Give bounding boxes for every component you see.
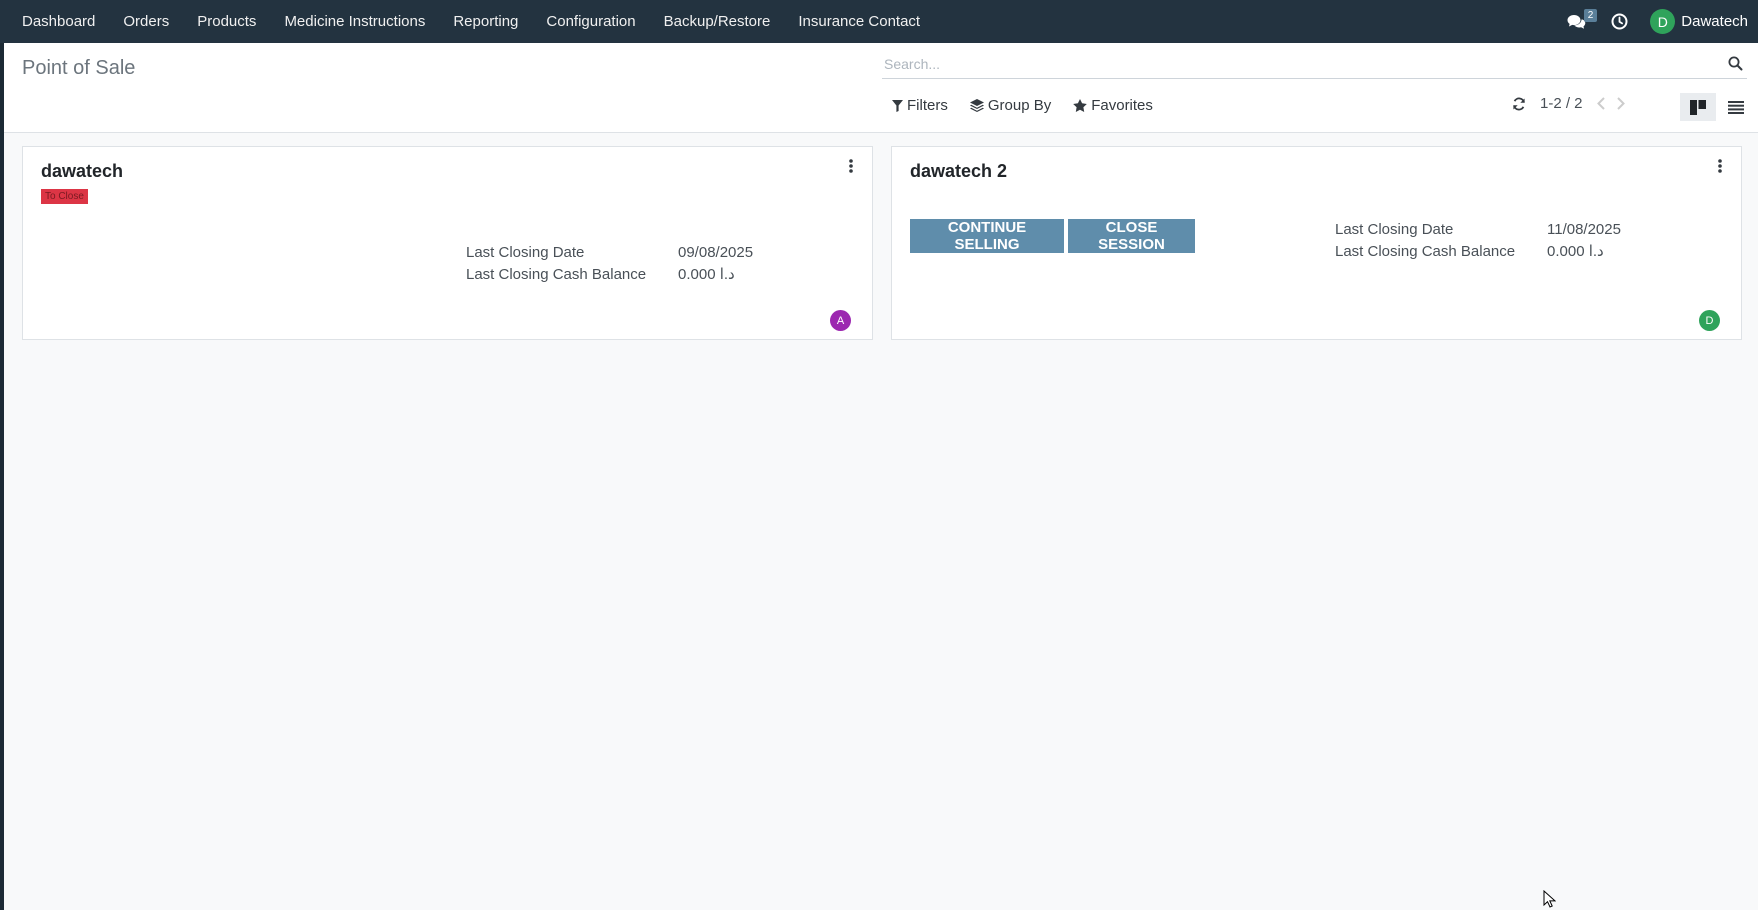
card-menu-icon[interactable] [844, 159, 858, 179]
last-closing-date-label: Last Closing Date [466, 243, 585, 261]
search-options: Filters Group By Favorites [892, 97, 1153, 114]
responsible-avatar: D [1699, 310, 1720, 331]
layers-icon [969, 99, 984, 112]
responsible-avatar: A [830, 310, 851, 331]
pos-name: dawatech [41, 161, 124, 181]
favorites-label: Favorites [1091, 97, 1153, 114]
menu-configuration[interactable]: Configuration [532, 0, 649, 43]
filter-icon [892, 99, 903, 112]
last-closing-date-label: Last Closing Date [1335, 220, 1454, 238]
pos-card-dawatech-2[interactable]: dawatech 2 CONTINUE SELLING CLOSE SESSIO… [891, 146, 1742, 340]
menu-reporting[interactable]: Reporting [439, 0, 532, 43]
pos-card-dawatech[interactable]: dawatech To Close Last Closing Date 09/08… [22, 146, 873, 340]
last-closing-date-value: 09/08/2025 [678, 243, 754, 261]
navbar-right: 2 D Dawatech [1555, 0, 1758, 43]
pager-value[interactable]: 1-2 / 2 [1540, 95, 1583, 112]
kanban-icon [1690, 99, 1706, 115]
menu-products[interactable]: Products [183, 0, 270, 43]
menu-orders[interactable]: Orders [109, 0, 183, 43]
menu-backup-restore[interactable]: Backup/Restore [650, 0, 785, 43]
card-stats: Last Closing Date 09/08/2025 Last Closing… [466, 241, 753, 285]
continue-selling-button[interactable]: CONTINUE SELLING [910, 219, 1064, 253]
messages-badge: 2 [1583, 9, 1598, 22]
menu-medicine-instructions[interactable]: Medicine Instructions [270, 0, 439, 43]
search-icon[interactable] [1723, 56, 1747, 71]
menu-insurance-contact[interactable]: Insurance Contact [784, 0, 934, 43]
list-icon [1728, 100, 1744, 114]
search-input[interactable] [882, 55, 1723, 72]
favorites-button[interactable]: Favorites [1073, 97, 1153, 114]
list-view-button[interactable] [1718, 93, 1754, 121]
page-title: Point of Sale [22, 57, 136, 79]
messages-button[interactable]: 2 [1555, 0, 1599, 43]
last-closing-date-value: 11/08/2025 [1547, 220, 1621, 238]
filters-button[interactable]: Filters [892, 97, 948, 114]
group-by-label: Group By [987, 97, 1052, 114]
left-edge [0, 0, 4, 910]
cash-balance-value: 0.000 د.ا [1547, 243, 1604, 260]
control-panel: Point of Sale Filters Group By Favorites [4, 43, 1758, 133]
cash-balance-label: Last Closing Cash Balance [466, 265, 647, 283]
filters-label: Filters [907, 97, 948, 114]
cash-balance-label: Last Closing Cash Balance [1335, 242, 1516, 260]
user-avatar: D [1650, 9, 1676, 34]
mouse-cursor-icon [1543, 890, 1556, 908]
pager-previous-icon[interactable] [1596, 97, 1605, 110]
pos-name: dawatech 2 [910, 161, 1008, 181]
view-switcher [1680, 93, 1754, 121]
pager: 1-2 / 2 [1512, 95, 1625, 112]
cash-balance-value: 0.000 د.ا [678, 266, 735, 283]
star-icon [1073, 99, 1088, 112]
menu-dashboard[interactable]: Dashboard [8, 0, 109, 43]
card-menu-icon[interactable] [1713, 159, 1727, 179]
search-bar [882, 49, 1747, 79]
card-stats: Last Closing Date 11/08/2025 Last Closing… [1335, 218, 1621, 262]
clock-icon [1611, 13, 1628, 30]
user-menu[interactable]: D Dawatech [1640, 9, 1748, 34]
refresh-icon[interactable] [1512, 97, 1526, 111]
main-menu: Dashboard Orders Products Medicine Instr… [0, 0, 934, 43]
kanban-view-button[interactable] [1680, 93, 1716, 121]
activities-button[interactable] [1599, 0, 1640, 43]
user-name: Dawatech [1681, 13, 1748, 30]
group-by-button[interactable]: Group By [969, 97, 1052, 114]
top-navbar: Dashboard Orders Products Medicine Instr… [0, 0, 1758, 43]
pager-next-icon[interactable] [1616, 97, 1625, 110]
status-badge: To Close [41, 189, 88, 204]
close-session-button[interactable]: CLOSE SESSION [1068, 219, 1195, 253]
